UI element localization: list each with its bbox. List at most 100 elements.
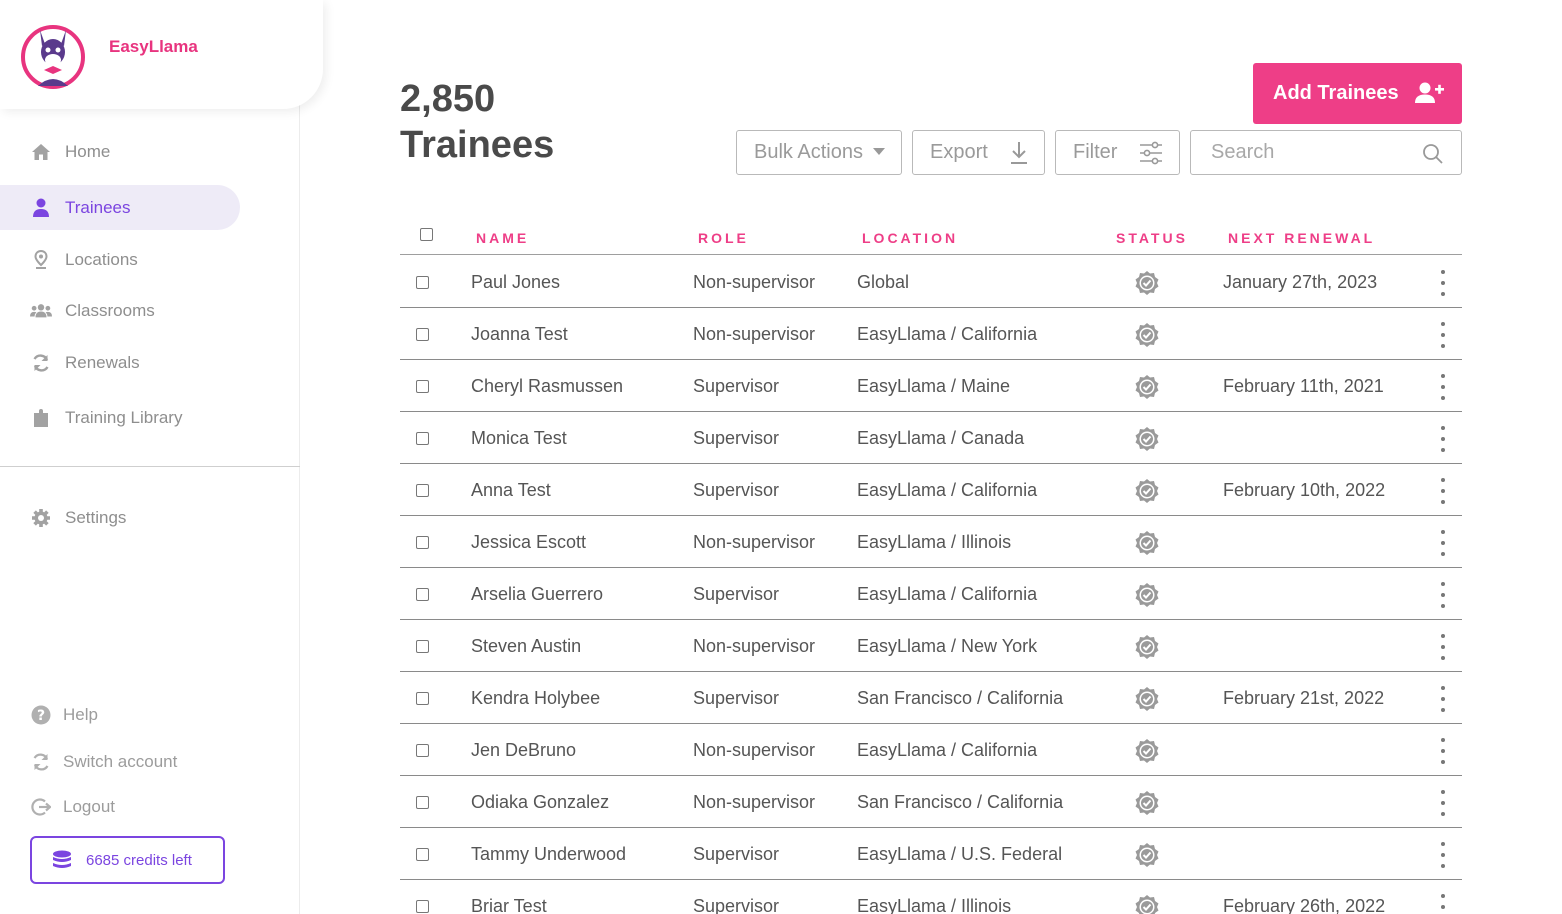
export-button[interactable]: Export xyxy=(912,130,1045,175)
download-icon xyxy=(1009,141,1029,165)
easyllama-logo[interactable] xyxy=(20,20,87,90)
table-row[interactable]: Steven Austin Non-supervisor EasyLlama /… xyxy=(400,620,1462,672)
location-pin-icon xyxy=(30,249,52,271)
column-header-role[interactable]: ROLE xyxy=(698,230,749,246)
search-field[interactable] xyxy=(1190,130,1462,175)
column-header-status[interactable]: STATUS xyxy=(1116,230,1188,246)
row-menu-icon[interactable] xyxy=(1436,582,1450,608)
bulk-actions-dropdown[interactable]: Bulk Actions xyxy=(736,130,902,175)
row-checkbox[interactable] xyxy=(416,796,429,809)
trainee-name[interactable]: Jen DeBruno xyxy=(471,740,576,761)
table-row[interactable]: Monica Test Supervisor EasyLlama / Canad… xyxy=(400,412,1462,464)
row-checkbox[interactable] xyxy=(416,744,429,757)
row-menu-icon[interactable] xyxy=(1436,634,1450,660)
row-menu-icon[interactable] xyxy=(1436,686,1450,712)
row-menu-icon[interactable] xyxy=(1436,270,1450,296)
sidebar: EasyLlama Home Trainees Locations Classr… xyxy=(0,0,323,914)
trainee-name[interactable]: Paul Jones xyxy=(471,272,560,293)
row-checkbox[interactable] xyxy=(416,536,429,549)
add-trainees-label: Add Trainees xyxy=(1273,82,1399,104)
table-row[interactable]: Briar Test Supervisor EasyLlama / Illino… xyxy=(400,880,1462,914)
trainee-name[interactable]: Joanna Test xyxy=(471,324,568,345)
row-menu-icon[interactable] xyxy=(1436,322,1450,348)
row-checkbox[interactable] xyxy=(416,900,429,913)
trainee-name[interactable]: Odiaka Gonzalez xyxy=(471,792,609,813)
home-icon xyxy=(30,141,52,163)
table-row[interactable]: Joanna Test Non-supervisor EasyLlama / C… xyxy=(400,308,1462,360)
select-all-checkbox[interactable] xyxy=(420,228,433,241)
add-trainees-button[interactable]: Add Trainees xyxy=(1253,63,1462,124)
trainee-name[interactable]: Tammy Underwood xyxy=(471,844,626,865)
trainee-name[interactable]: Kendra Holybee xyxy=(471,688,600,709)
trainee-location: EasyLlama / New York xyxy=(857,636,1038,656)
users-group-icon xyxy=(30,300,52,322)
trainee-name[interactable]: Cheryl Rasmussen xyxy=(471,376,623,397)
brand-header: EasyLlama xyxy=(0,0,323,109)
trainee-name[interactable]: Briar Test xyxy=(471,896,547,914)
column-header-next-renewal[interactable]: NEXT RENEWAL xyxy=(1228,230,1375,246)
table-row[interactable]: Jessica Escott Non-supervisor EasyLlama … xyxy=(400,516,1462,568)
sidebar-item-classrooms[interactable]: Classrooms xyxy=(0,288,240,333)
table-row[interactable]: Tammy Underwood Supervisor EasyLlama / U… xyxy=(400,828,1462,880)
status-badge-icon xyxy=(1134,530,1160,561)
status-badge-icon xyxy=(1134,322,1160,353)
status-badge-icon xyxy=(1134,374,1160,405)
table-row[interactable]: Kendra Holybee Supervisor San Francisco … xyxy=(400,672,1462,724)
trainee-role: Non-supervisor xyxy=(693,272,816,292)
row-checkbox[interactable] xyxy=(416,484,429,497)
row-checkbox[interactable] xyxy=(416,588,429,601)
row-menu-icon[interactable] xyxy=(1436,790,1450,816)
sidebar-item-locations[interactable]: Locations xyxy=(0,237,240,282)
table-row[interactable]: Jen DeBruno Non-supervisor EasyLlama / C… xyxy=(400,724,1462,776)
table-row[interactable]: Paul Jones Non-supervisor Global January… xyxy=(400,256,1462,308)
status-badge-icon xyxy=(1134,790,1160,821)
search-icon[interactable] xyxy=(1422,143,1444,165)
row-menu-icon[interactable] xyxy=(1436,530,1450,556)
trainee-name[interactable]: Monica Test xyxy=(471,428,567,449)
switch-account-link[interactable]: Switch account xyxy=(30,751,177,773)
table-row[interactable]: Cheryl Rasmussen Supervisor EasyLlama / … xyxy=(400,360,1462,412)
trainee-name[interactable]: Arselia Guerrero xyxy=(471,584,603,605)
row-checkbox[interactable] xyxy=(416,276,429,289)
sidebar-item-home[interactable]: Home xyxy=(0,129,240,174)
row-menu-icon[interactable] xyxy=(1436,738,1450,764)
column-header-location[interactable]: LOCATION xyxy=(862,230,958,246)
row-checkbox[interactable] xyxy=(416,848,429,861)
trainee-name[interactable]: Steven Austin xyxy=(471,636,581,657)
row-menu-icon[interactable] xyxy=(1436,894,1450,914)
sidebar-item-training-library[interactable]: Training Library xyxy=(0,395,240,440)
row-menu-icon[interactable] xyxy=(1436,374,1450,400)
trainee-location: San Francisco / California xyxy=(857,792,1064,812)
search-input[interactable] xyxy=(1211,141,1411,164)
sidebar-item-trainees[interactable]: Trainees xyxy=(0,185,240,230)
sidebar-item-renewals[interactable]: Renewals xyxy=(0,340,240,385)
sidebar-item-label: Settings xyxy=(65,507,127,527)
brand-name[interactable]: EasyLlama xyxy=(109,37,198,57)
row-menu-icon[interactable] xyxy=(1436,842,1450,868)
credits-badge[interactable]: 6685 credits left xyxy=(30,836,225,884)
table-row[interactable]: Anna Test Supervisor EasyLlama / Califor… xyxy=(400,464,1462,516)
row-checkbox[interactable] xyxy=(416,328,429,341)
row-checkbox[interactable] xyxy=(416,380,429,393)
table-row[interactable]: Odiaka Gonzalez Non-supervisor San Franc… xyxy=(400,776,1462,828)
logout-link[interactable]: Logout xyxy=(30,796,115,818)
filter-button[interactable]: Filter xyxy=(1055,130,1180,175)
column-header-name[interactable]: NAME xyxy=(476,230,529,246)
status-badge-icon xyxy=(1134,270,1160,301)
trainee-location: EasyLlama / Canada xyxy=(857,428,1025,448)
help-link[interactable]: ? Help xyxy=(30,704,98,726)
trainee-role: Supervisor xyxy=(693,428,780,448)
row-checkbox[interactable] xyxy=(416,692,429,705)
row-menu-icon[interactable] xyxy=(1436,478,1450,504)
sidebar-item-label: Training Library xyxy=(65,407,183,427)
page-title: Trainees xyxy=(400,124,555,166)
row-checkbox[interactable] xyxy=(416,432,429,445)
sidebar-item-settings[interactable]: Settings xyxy=(0,495,240,540)
trainee-name[interactable]: Anna Test xyxy=(471,480,551,501)
logout-icon xyxy=(30,796,52,818)
trainee-name[interactable]: Jessica Escott xyxy=(471,532,586,553)
table-row[interactable]: Arselia Guerrero Supervisor EasyLlama / … xyxy=(400,568,1462,620)
row-checkbox[interactable] xyxy=(416,640,429,653)
caret-down-icon xyxy=(873,148,885,156)
row-menu-icon[interactable] xyxy=(1436,426,1450,452)
